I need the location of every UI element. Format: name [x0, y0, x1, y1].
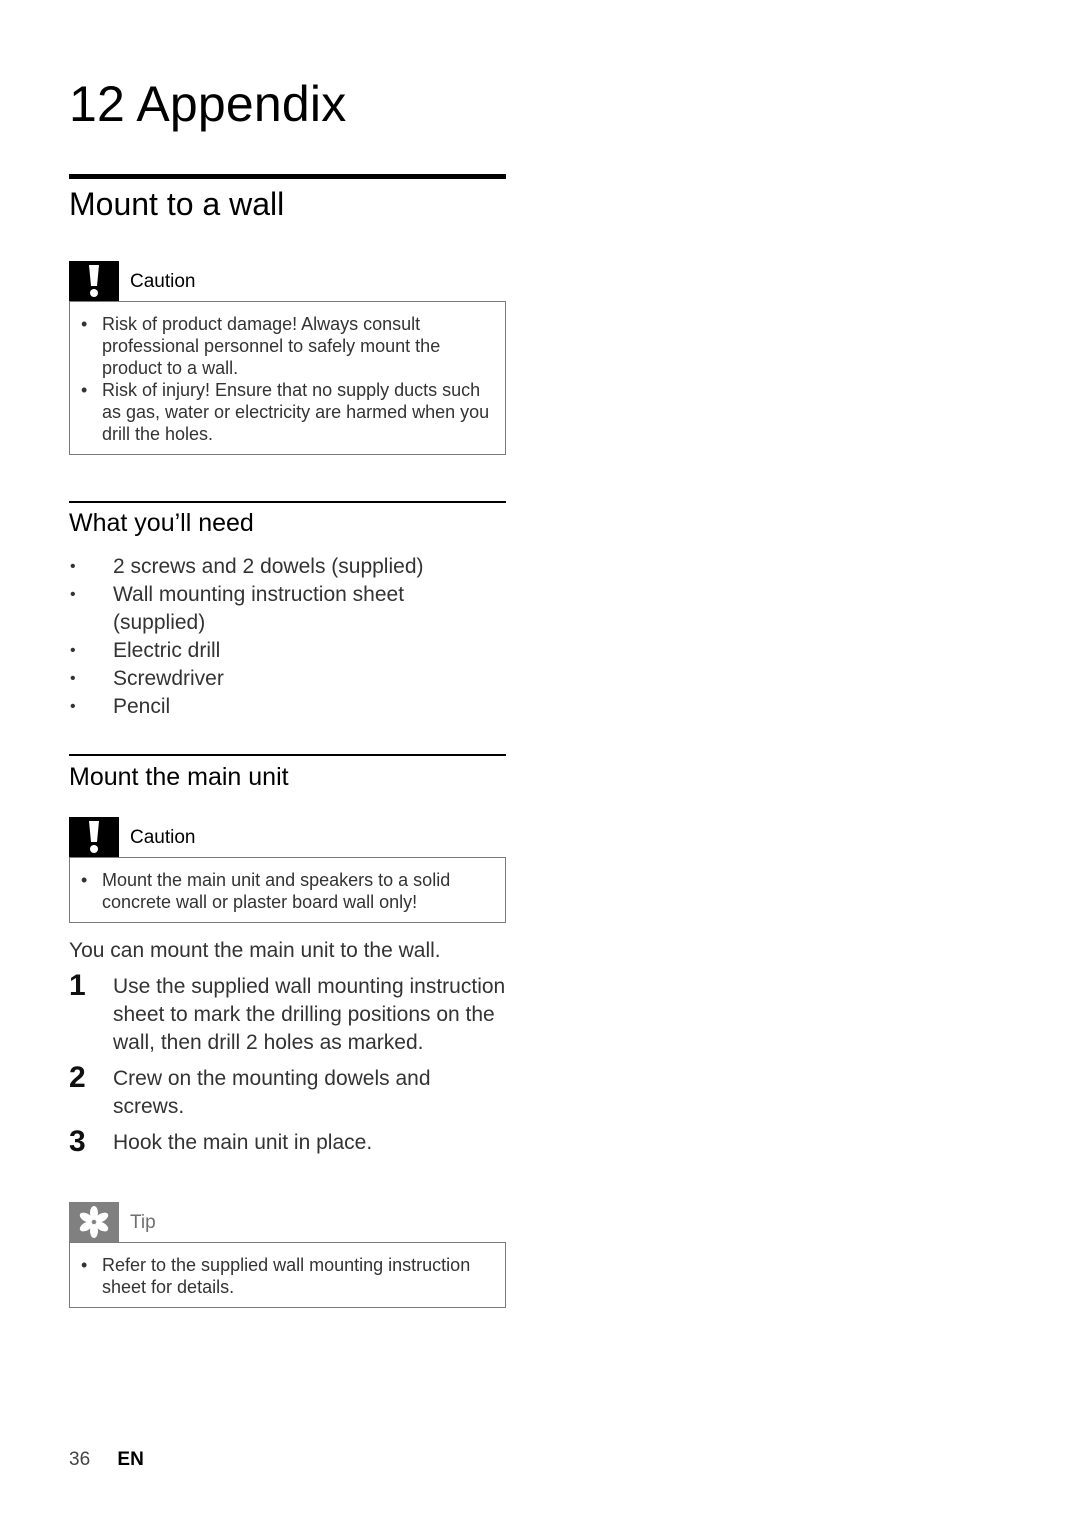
language-code: EN — [117, 1449, 144, 1470]
subsection-divider — [69, 754, 506, 756]
exclamation-icon — [69, 261, 119, 301]
step-number: 2 — [69, 1061, 86, 1094]
needs-title: What you’ll need — [69, 509, 254, 537]
asterisk-icon — [69, 1202, 119, 1242]
caution-header: Caution — [69, 817, 506, 857]
page-number: 36 — [69, 1449, 91, 1470]
needs-item: • Pencil — [70, 695, 171, 718]
chapter-title: 12 Appendix — [69, 76, 347, 132]
exclamation-icon — [69, 817, 119, 857]
step-item: 3 Hook the main unit in place. — [69, 1125, 373, 1158]
step-item: 2 Crew on the mounting dowels and screws. — [69, 1061, 431, 1118]
caution-item: • Mount the main unit and speakers to a s… — [81, 870, 451, 912]
step-number: 1 — [69, 969, 86, 1002]
section-title: Mount to a wall — [69, 186, 285, 222]
needs-list: • 2 screws and 2 dowels (supplied) • Wall … — [69, 553, 506, 721]
caution-box: Caution • Risk of product damage! Always … — [69, 261, 506, 455]
intro-text: You can mount the main unit to the wall. — [69, 939, 441, 962]
tip-item: • Refer to the supplied wall mounting ins… — [81, 1255, 471, 1297]
caution-box: Caution • Mount the main unit and speaker… — [69, 817, 506, 923]
caution-label: Caution — [130, 827, 196, 848]
tip-label: Tip — [130, 1212, 156, 1233]
steps-list: 1 Use the supplied wall mounting instruct… — [69, 969, 506, 1165]
page-footer: 36 EN — [69, 1448, 144, 1472]
caution-header: Caution — [69, 261, 506, 301]
tip-header: Tip — [69, 1202, 506, 1242]
caution-body: • Mount the main unit and speakers to a s… — [69, 857, 506, 923]
step-number: 3 — [69, 1125, 86, 1158]
tip-box: Tip • Refer to the supplied wall mounting… — [69, 1202, 506, 1308]
caution-body: • Risk of product damage! Always consult … — [69, 301, 506, 455]
caution-item: • Risk of injury! Ensure that no supply d… — [81, 380, 490, 444]
mount-main-title: Mount the main unit — [69, 763, 289, 791]
subsection-divider — [69, 501, 506, 503]
needs-item: • 2 screws and 2 dowels (supplied) — [70, 555, 424, 578]
tip-body: • Refer to the supplied wall mounting ins… — [69, 1242, 506, 1308]
needs-item: • Wall mounting instruction sheet (suppli… — [70, 583, 405, 634]
caution-item: • Risk of product damage! Always consult … — [81, 314, 441, 378]
caution-label: Caution — [130, 271, 196, 292]
needs-item: • Electric drill — [70, 639, 221, 662]
section-divider — [69, 174, 506, 179]
needs-item: • Screwdriver — [70, 667, 224, 690]
step-item: 1 Use the supplied wall mounting instruct… — [69, 969, 506, 1054]
